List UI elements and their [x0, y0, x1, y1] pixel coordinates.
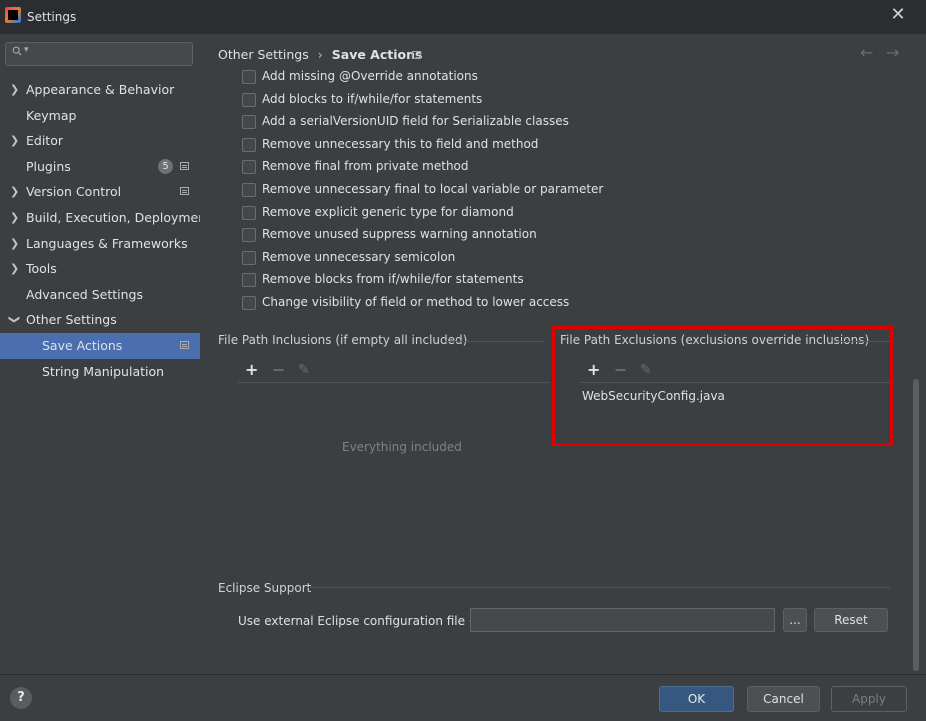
close-icon[interactable]: ✕ [888, 5, 908, 25]
sidebar-item-label: String Manipulation [42, 363, 165, 379]
checkbox[interactable] [242, 205, 256, 220]
window-title: Settings [27, 10, 77, 24]
breadcrumb-current: Save Actions [331, 47, 423, 62]
sidebar-item-label: Advanced Settings [26, 286, 143, 302]
chevron-right-icon[interactable]: ❯ [10, 231, 19, 256]
divider [445, 341, 545, 342]
option-label: Add blocks to if/while/for statements [262, 91, 483, 106]
app-logo-icon [5, 7, 21, 23]
back-arrow-icon[interactable]: ← [860, 43, 873, 62]
title-bar: Settings ✕ [0, 0, 926, 34]
divider [306, 587, 890, 588]
option-label: Remove unnecessary this to field and met… [262, 136, 539, 151]
eclipse-support-title: Eclipse Support [218, 581, 312, 595]
checkbox[interactable] [242, 273, 256, 288]
apply-button[interactable]: Apply [831, 686, 907, 712]
ok-button[interactable]: OK [659, 686, 734, 712]
chevron-right-icon[interactable]: ❯ [10, 128, 19, 153]
sidebar-item-label: Plugins [26, 158, 71, 174]
sidebar-item-languages-frameworks[interactable]: ❯ Languages & Frameworks [0, 231, 200, 257]
breadcrumb-parent[interactable]: Other Settings [218, 47, 309, 62]
option-label: Remove unused suppress warning annotatio… [262, 227, 537, 242]
option-label: Add a serialVersionUID field for Seriali… [262, 114, 569, 129]
checkbox[interactable] [242, 295, 256, 310]
search-input[interactable]: ▾ [5, 42, 193, 66]
project-settings-icon [180, 161, 189, 170]
sidebar-item-label: Build, Execution, Deployment [26, 209, 212, 225]
reset-button[interactable]: Reset [814, 608, 888, 632]
forward-arrow-icon[interactable]: → [886, 43, 899, 62]
divider [238, 382, 550, 383]
sidebar-item-tools[interactable]: ❯ Tools [0, 256, 200, 282]
browse-button[interactable]: ... [783, 608, 807, 632]
checkbox[interactable] [242, 115, 256, 130]
chevron-down-icon[interactable]: ❯ [2, 315, 27, 324]
search-icon [12, 46, 22, 56]
option-label: Change visibility of field or method to … [262, 294, 570, 309]
cancel-button[interactable]: Cancel [747, 686, 820, 712]
sidebar-item-appearance-behavior[interactable]: ❯ Appearance & Behavior [0, 77, 200, 103]
search-dropdown-icon[interactable]: ▾ [24, 45, 29, 55]
chevron-right-icon[interactable]: ❯ [10, 179, 19, 204]
sidebar-item-save-actions[interactable]: Save Actions [0, 332, 200, 359]
checkbox[interactable] [242, 70, 256, 84]
project-settings-icon [180, 187, 189, 196]
sidebar-item-label: Appearance & Behavior [26, 82, 175, 97]
dialog-footer: ? OK Cancel Apply [0, 674, 926, 721]
breadcrumb: Other Settings › Save Actions [218, 47, 422, 62]
option-label: Add missing @Override annotations [262, 69, 478, 83]
sidebar-item-label: Save Actions [42, 337, 123, 353]
sidebar-item-label: Version Control [26, 184, 122, 200]
sidebar-item-label: Editor [26, 133, 63, 149]
sidebar-item-plugins[interactable]: Plugins 5 [0, 154, 200, 180]
edit-inclusion-button[interactable]: ✎ [298, 362, 310, 378]
option-label: Remove blocks from if/while/for statemen… [262, 272, 524, 287]
checkbox[interactable] [242, 250, 256, 265]
checkbox[interactable] [242, 182, 256, 197]
sidebar-item-keymap[interactable]: Keymap [0, 103, 200, 129]
option-label: Remove unnecessary semicolon [262, 249, 456, 264]
chevron-right-icon[interactable]: ❯ [10, 205, 19, 230]
breadcrumb-separator: › [317, 47, 323, 62]
annotation-highlight-box [552, 326, 893, 446]
sidebar-item-label: Tools [26, 261, 57, 277]
sidebar-item-version-control[interactable]: ❯ Version Control [0, 179, 200, 205]
help-button[interactable]: ? [10, 687, 32, 709]
option-label: Remove unnecessary final to local variab… [262, 181, 604, 196]
remove-inclusion-button[interactable]: − [272, 362, 285, 378]
epf-file-label: Use external Eclipse configuration file … [238, 614, 502, 628]
settings-content: Other Settings › Save Actions ← → Add miss… [200, 34, 926, 674]
sidebar-item-build-execution-deployment[interactable]: ❯ Build, Execution, Deployment [0, 205, 211, 231]
checkbox[interactable] [242, 92, 256, 107]
settings-tree: ❯ Appearance & Behavior Keymap ❯ Editor … [0, 77, 211, 385]
sidebar-item-advanced-settings[interactable]: Advanced Settings [0, 282, 200, 308]
chevron-right-icon[interactable]: ❯ [10, 77, 19, 102]
sidebar-item-editor[interactable]: ❯ Editor [0, 128, 200, 154]
inclusions-empty-text: Everything included [342, 440, 462, 454]
inclusions-title: File Path Inclusions (if empty all inclu… [218, 333, 468, 347]
sidebar-item-label: Other Settings [26, 312, 117, 328]
option-label: Remove final from private method [262, 159, 469, 174]
project-settings-icon [412, 51, 421, 59]
epf-file-input[interactable] [470, 608, 775, 632]
checkbox[interactable] [242, 137, 256, 152]
option-label: Remove explicit generic type for diamond [262, 204, 514, 219]
sidebar-item-label: Languages & Frameworks [26, 235, 188, 251]
chevron-right-icon[interactable]: ❯ [10, 256, 19, 281]
vertical-scrollbar[interactable] [913, 379, 919, 671]
project-settings-icon [180, 340, 189, 349]
add-inclusion-button[interactable]: + [245, 362, 258, 378]
checkbox[interactable] [242, 160, 256, 175]
plugins-update-badge: 5 [158, 158, 173, 174]
sidebar-item-string-manipulation[interactable]: String Manipulation [0, 359, 200, 385]
sidebar-item-other-settings[interactable]: ❯ Other Settings [0, 307, 200, 333]
checkbox[interactable] [242, 228, 256, 243]
sidebar-item-label: Keymap [26, 107, 77, 123]
sidebar: ▾ ❯ Appearance & Behavior Keymap ❯ Edito… [0, 34, 211, 674]
